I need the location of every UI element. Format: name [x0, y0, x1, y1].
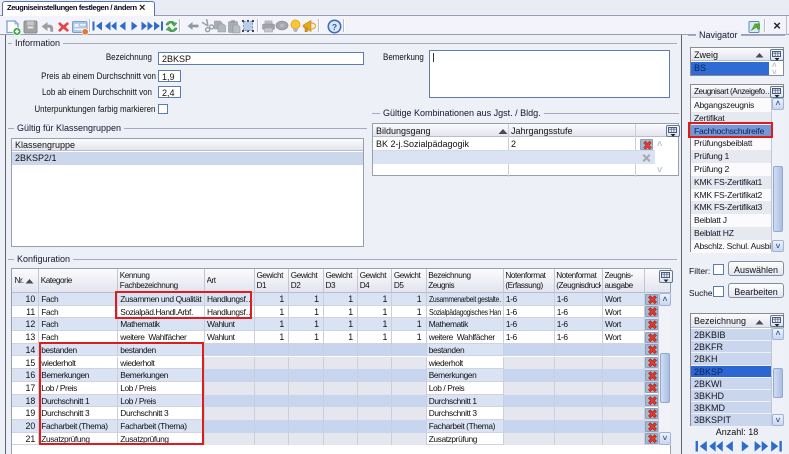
- svg-text:?: ?: [331, 22, 336, 32]
